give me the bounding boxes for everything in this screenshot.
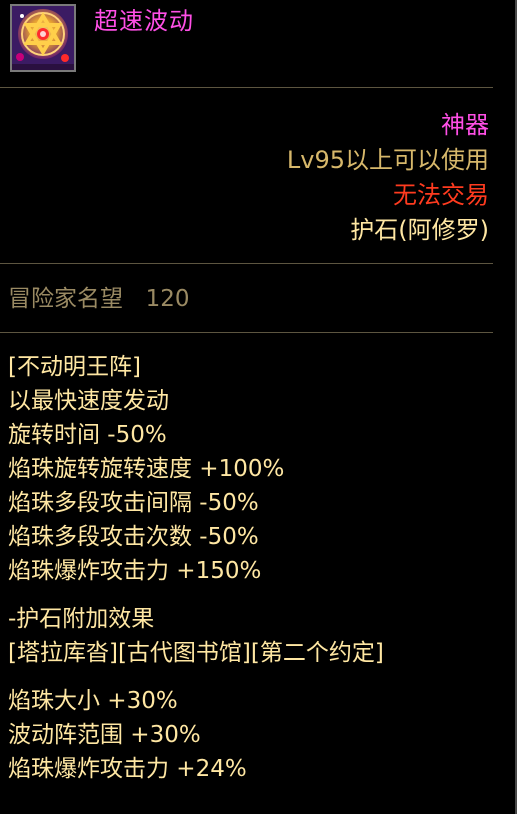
skill-name: [不动明王阵] [8,354,141,380]
bonus-line-3: 焰珠爆炸攻击力 +24% [8,756,247,782]
reputation-divider [0,332,493,333]
rarity-label: 神器 [441,111,489,139]
effect-line-5: 焰珠多段攻击次数 -50% [8,524,259,550]
effect-line-4: 焰珠多段攻击间隔 -50% [8,490,259,516]
bonus-line-2: 波动阵范围 +30% [8,722,201,748]
bonus-sources: [塔拉库沓][古代图书馆][第二个约定] [8,640,384,666]
reputation-value: 120 [145,286,190,312]
bonus-title: -护石附加效果 [8,606,155,632]
effects-section: [不动明王阵] 以最快速度发动 旋转时间 -50% 焰珠旋转旋转速度 +100%… [8,350,493,786]
header-divider [0,87,493,88]
reputation-row: 冒险家名望 120 [8,282,190,316]
level-requirement: Lv95以上可以使用 [286,146,489,174]
hexagram-star-icon [10,4,76,72]
bonus-spacer [8,670,493,684]
info-divider [0,263,493,264]
item-name: 超速波动 [94,7,194,35]
item-tooltip: 超速波动 神器 Lv95以上可以使用 无法交易 护石(阿修罗) 冒险家名望 12… [0,0,517,814]
bonus-line-1: 焰珠大小 +30% [8,688,178,714]
effect-line-3: 焰珠旋转旋转速度 +100% [8,456,285,482]
item-header: 超速波动 [0,0,517,80]
slot-type: 护石(阿修罗) [350,216,489,244]
reputation-label: 冒险家名望 [8,286,123,312]
effect-line-6: 焰珠爆炸攻击力 +150% [8,558,262,584]
item-info: 神器 Lv95以上可以使用 无法交易 护石(阿修罗) [287,108,489,248]
effect-line-1: 以最快速度发动 [8,388,169,414]
trade-status: 无法交易 [393,181,489,209]
effect-line-2: 旋转时间 -50% [8,422,167,448]
